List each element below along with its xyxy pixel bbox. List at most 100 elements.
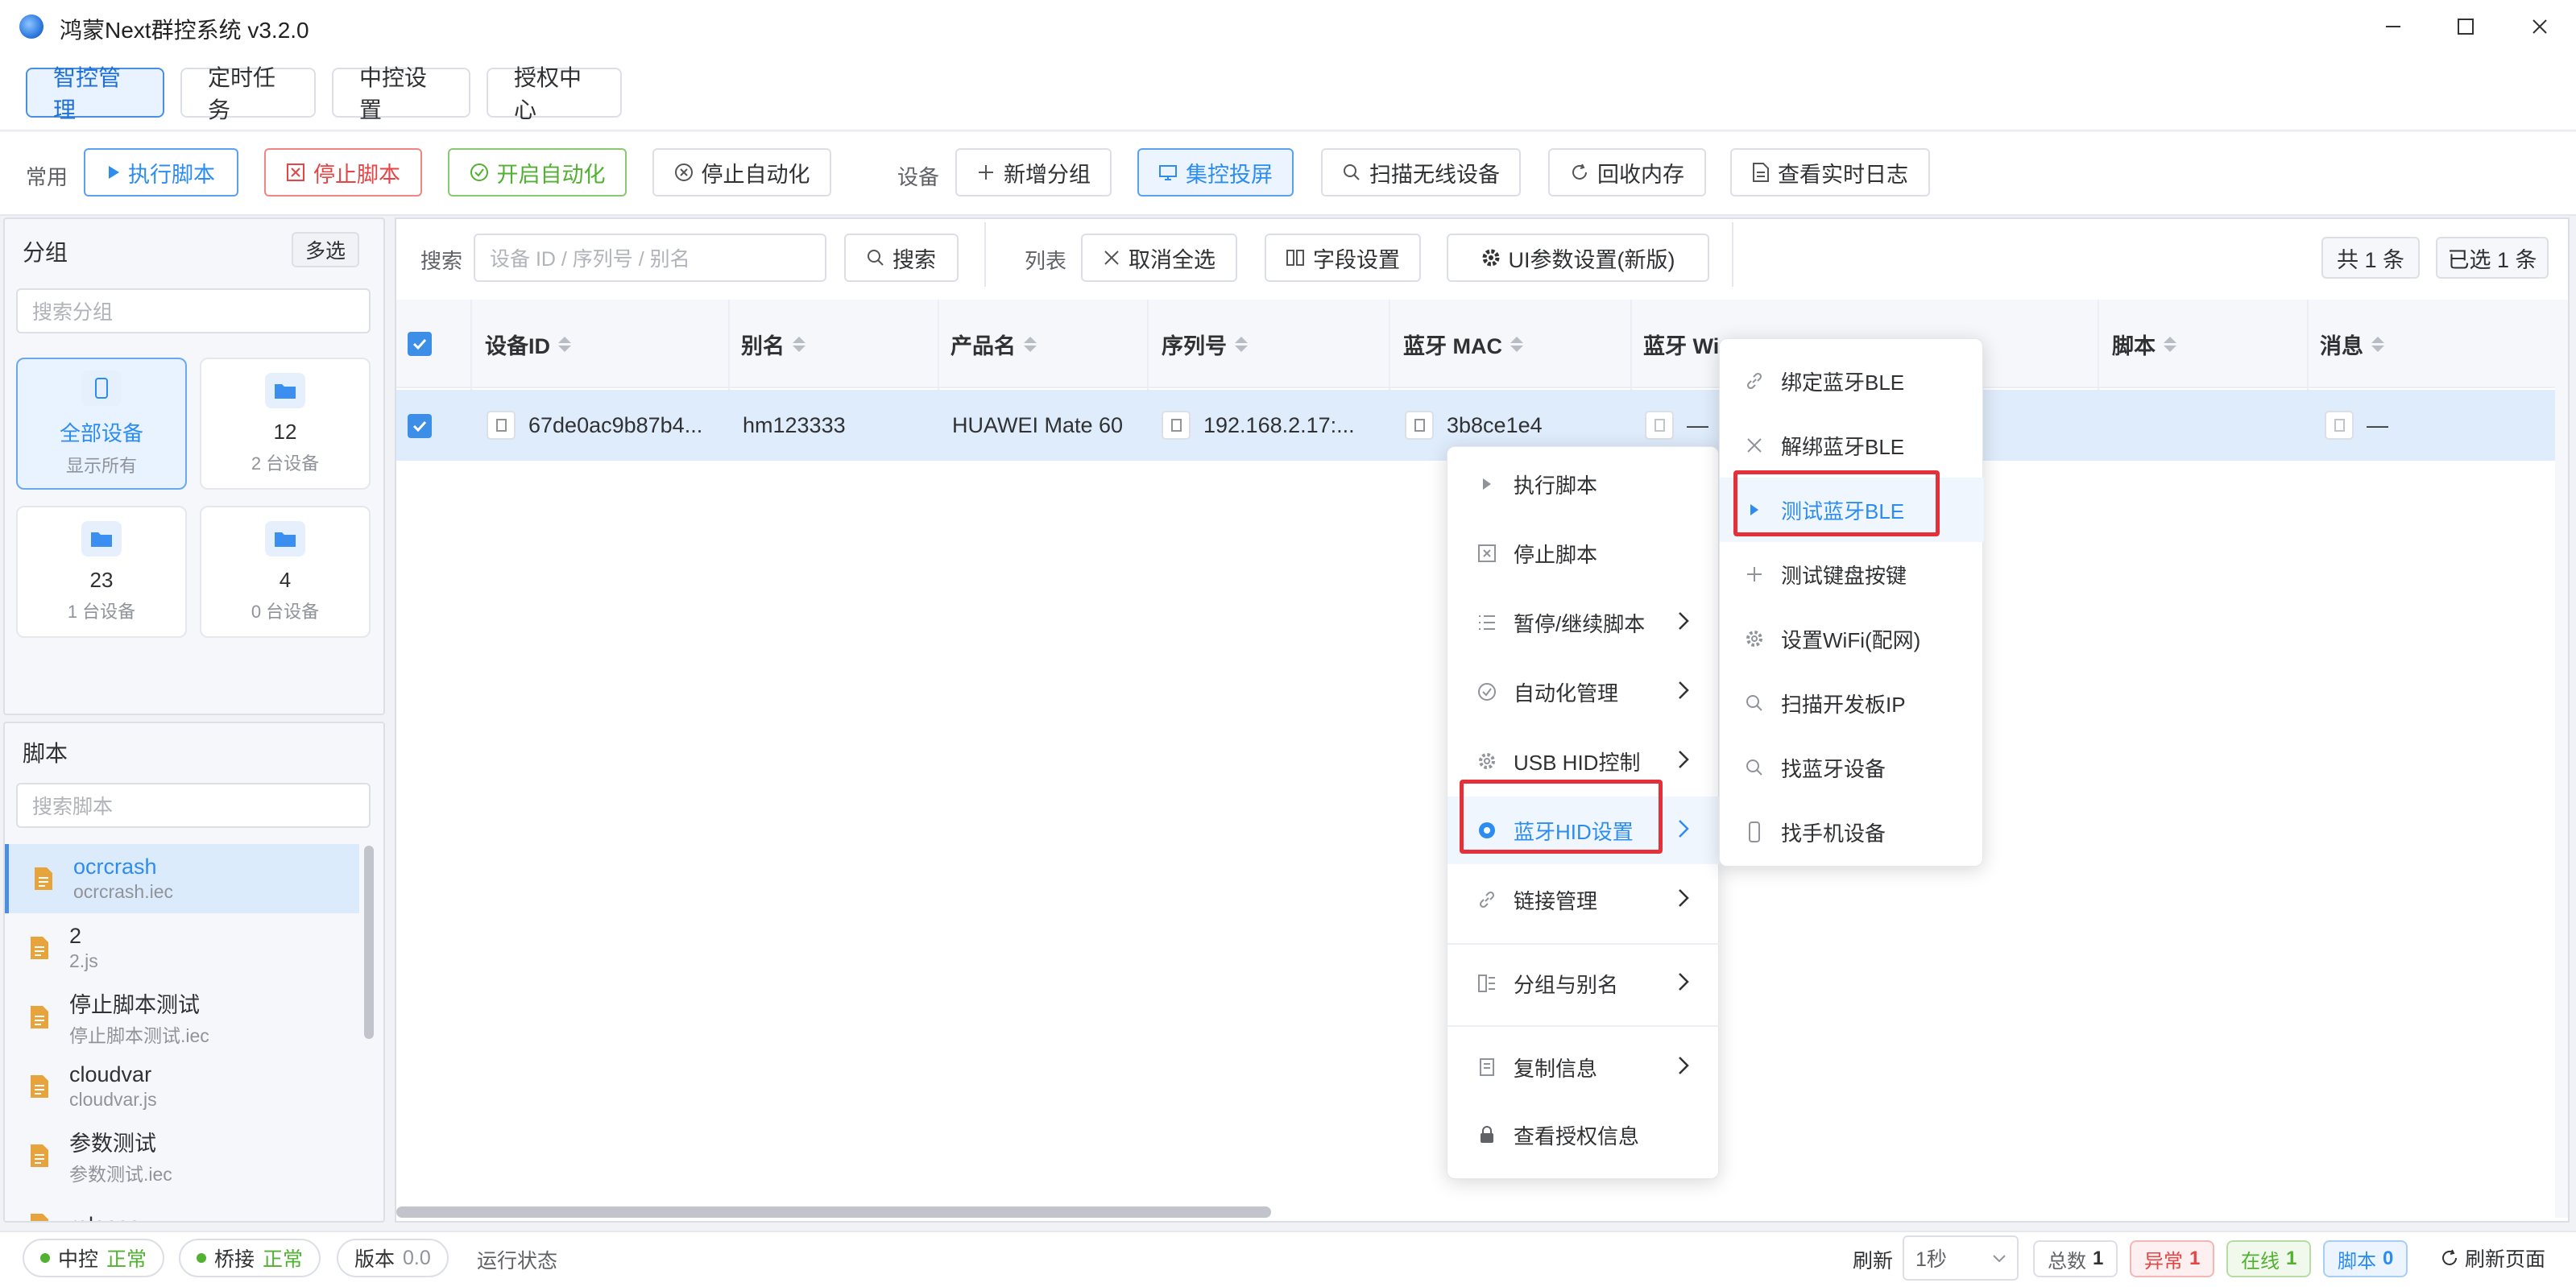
chevron-right-icon bbox=[1679, 612, 1689, 630]
column-header-bt-wifi[interactable]: 蓝牙 Wi bbox=[1643, 300, 1719, 388]
minimize-button[interactable] bbox=[2365, 8, 2421, 45]
scan-wireless-button[interactable]: 扫描无线设备 bbox=[1321, 148, 1521, 197]
cancel-circle-icon bbox=[674, 163, 693, 181]
script-item-cloudvar[interactable]: cloudvar cloudvar.js bbox=[5, 1052, 359, 1121]
menu-item-execute-script[interactable]: 执行脚本 bbox=[1447, 450, 1720, 518]
column-header-alias[interactable]: 别名 bbox=[741, 300, 806, 388]
script-item-2[interactable]: 2 2.js bbox=[5, 913, 359, 983]
close-icon bbox=[2533, 19, 2547, 34]
select-all-checkbox[interactable] bbox=[408, 332, 432, 356]
refresh-icon bbox=[2442, 1249, 2457, 1265]
refresh-interval-select[interactable]: 1秒 bbox=[1903, 1235, 2019, 1281]
copy-icon[interactable] bbox=[1645, 411, 1674, 440]
script-item-param-test[interactable]: 参数测试 参数测试.iec bbox=[5, 1121, 359, 1190]
group-card-23[interactable]: 23 1 台设备 bbox=[16, 506, 187, 638]
stop-automation-button[interactable]: 停止自动化 bbox=[652, 148, 831, 197]
script-search-input[interactable]: 搜索脚本 bbox=[16, 783, 371, 828]
stop-script-button[interactable]: 停止脚本 bbox=[264, 148, 422, 197]
column-header-device-id[interactable]: 设备ID bbox=[485, 300, 571, 388]
column-header-serial[interactable]: 序列号 bbox=[1162, 300, 1248, 388]
group-card-4[interactable]: 4 0 台设备 bbox=[200, 506, 371, 638]
cell-serial: 192.168.2.17:... bbox=[1162, 390, 1355, 461]
script-item-ocrcrash[interactable]: ocrcrash ocrcrash.iec bbox=[5, 844, 359, 913]
script-file-icon bbox=[31, 937, 48, 959]
field-settings-button[interactable]: 字段设置 bbox=[1265, 234, 1421, 282]
device-search-input[interactable]: 设备 ID / 序列号 / 别名 bbox=[474, 234, 826, 282]
menu-item-link-management[interactable]: 链接管理 bbox=[1447, 866, 1720, 933]
submenu-item-bind-ble[interactable]: 绑定蓝牙BLE bbox=[1720, 349, 1984, 413]
column-header-product[interactable]: 产品名 bbox=[950, 300, 1037, 388]
bt-hid-submenu: 绑定蓝牙BLE 解绑蓝牙BLE 测试蓝牙BLE 测试键盘按键 设置WiFi(配网… bbox=[1719, 338, 1984, 867]
row-checkbox[interactable] bbox=[408, 414, 432, 438]
chevron-right-icon bbox=[1679, 681, 1689, 699]
chevron-down-icon bbox=[1993, 1255, 2006, 1263]
online-count-pill: 在线 1 bbox=[2226, 1240, 2312, 1277]
gear-icon bbox=[1476, 751, 1497, 772]
submenu-item-find-bt-device[interactable]: 找蓝牙设备 bbox=[1720, 735, 1984, 800]
multi-select-button[interactable]: 多选 bbox=[292, 232, 359, 267]
script-list: ocrcrash ocrcrash.iec 2 2.js 停止脚本测试 停止脚本测试.… bbox=[5, 844, 366, 1221]
columns-icon bbox=[1286, 250, 1304, 266]
table-vertical-track bbox=[2555, 300, 2568, 1218]
plus-icon bbox=[979, 165, 993, 180]
sort-icon bbox=[793, 336, 806, 352]
tab-license-center[interactable]: 授权中心 bbox=[487, 65, 622, 122]
group-search-input[interactable]: 搜索分组 bbox=[16, 288, 371, 333]
maximize-button[interactable] bbox=[2437, 8, 2494, 45]
folder-icon bbox=[265, 520, 305, 557]
script-item-release[interactable]: release bbox=[5, 1190, 359, 1221]
execute-script-button[interactable]: 执行脚本 bbox=[84, 148, 238, 197]
search-button[interactable]: 搜索 bbox=[844, 234, 959, 282]
ui-params-button[interactable]: UI参数设置(新版) bbox=[1447, 234, 1709, 282]
tab-center-settings[interactable]: 中控设置 bbox=[332, 65, 470, 122]
copy-icon[interactable] bbox=[487, 411, 516, 440]
menu-item-copy-info[interactable]: 复制信息 bbox=[1447, 1033, 1720, 1101]
table-horizontal-scrollbar[interactable] bbox=[396, 1206, 1271, 1218]
script-count-pill: 脚本 0 bbox=[2323, 1240, 2408, 1277]
copy-icon[interactable] bbox=[1162, 411, 1191, 440]
group-card-12[interactable]: 12 2 台设备 bbox=[200, 358, 371, 490]
add-group-button[interactable]: 新增分组 bbox=[955, 148, 1112, 197]
refresh-page-button[interactable]: 刷新页面 bbox=[2441, 1244, 2545, 1273]
menu-item-group-alias[interactable]: 分组与别名 bbox=[1447, 950, 1720, 1017]
window-title: 鸿蒙Next群控系统 v3.2.0 bbox=[60, 18, 309, 43]
menu-item-automation[interactable]: 自动化管理 bbox=[1447, 658, 1720, 726]
column-header-bt-mac[interactable]: 蓝牙 MAC bbox=[1403, 300, 1523, 388]
column-header-script[interactable]: 脚本 bbox=[2112, 300, 2176, 388]
copy-icon[interactable] bbox=[2325, 411, 2354, 440]
submenu-item-test-keyboard[interactable]: 测试键盘按键 bbox=[1720, 542, 1984, 606]
script-item-stop-test[interactable]: 停止脚本测试 停止脚本测试.iec bbox=[5, 983, 359, 1052]
screen-cast-button[interactable]: 集控投屏 bbox=[1137, 148, 1294, 197]
list-label: 列表 bbox=[1025, 249, 1067, 273]
link-icon bbox=[1476, 889, 1497, 910]
checkbox-checked-icon bbox=[408, 414, 432, 438]
menu-item-stop-script[interactable]: 停止脚本 bbox=[1447, 519, 1720, 587]
script-file-icon bbox=[31, 1006, 48, 1028]
deselect-all-button[interactable]: 取消全选 bbox=[1081, 234, 1237, 282]
search-icon bbox=[1744, 693, 1765, 714]
submenu-item-scan-board-ip[interactable]: 扫描开发板IP bbox=[1720, 671, 1984, 735]
divider bbox=[984, 222, 986, 287]
folder-icon bbox=[265, 372, 305, 408]
document-icon bbox=[1753, 163, 1769, 182]
search-icon bbox=[1344, 164, 1360, 180]
copy-icon[interactable] bbox=[1405, 411, 1434, 440]
tab-smart-control[interactable]: 智控管理 bbox=[26, 65, 164, 122]
link-icon bbox=[1744, 370, 1765, 391]
menu-item-pause-resume[interactable]: 暂停/继续脚本 bbox=[1447, 589, 1720, 656]
folder-icon bbox=[81, 520, 122, 557]
group-card-all[interactable]: 全部设备 显示所有 bbox=[16, 358, 187, 490]
submenu-item-find-phone[interactable]: 找手机设备 bbox=[1720, 800, 1984, 864]
close-window-button[interactable] bbox=[2512, 8, 2568, 45]
enable-automation-button[interactable]: 开启自动化 bbox=[448, 148, 627, 197]
submenu-item-set-wifi[interactable]: 设置WiFi(配网) bbox=[1720, 606, 1984, 671]
submenu-item-unbind-ble[interactable]: 解绑蓝牙BLE bbox=[1720, 413, 1984, 478]
bridge-status-chip: 桥接 正常 bbox=[179, 1239, 321, 1277]
menu-item-license-info[interactable]: 查看授权信息 bbox=[1447, 1101, 1720, 1169]
error-count-pill: 异常 1 bbox=[2130, 1240, 2215, 1277]
realtime-log-button[interactable]: 查看实时日志 bbox=[1730, 148, 1930, 197]
column-header-message[interactable]: 消息 bbox=[2320, 300, 2384, 388]
reclaim-memory-button[interactable]: 回收内存 bbox=[1548, 148, 1706, 197]
tab-scheduled-tasks[interactable]: 定时任务 bbox=[180, 65, 316, 122]
script-list-scrollbar[interactable] bbox=[364, 846, 374, 1039]
